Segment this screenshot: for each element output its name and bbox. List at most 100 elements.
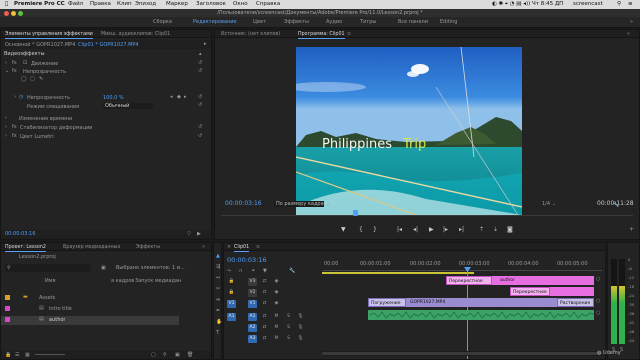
extract-icon[interactable]: ⇣	[493, 226, 498, 233]
menu-title[interactable]: Заголовок	[196, 1, 226, 7]
tab-project[interactable]: Проект: Lesson2	[5, 245, 46, 252]
rectangle-mask-icon[interactable]: ▢	[30, 77, 35, 82]
expand-arrow-icon[interactable]: ›	[5, 125, 7, 130]
project-search-input[interactable]: ⚲	[5, 264, 91, 272]
panel-menu-icon[interactable]: ≡	[347, 32, 351, 37]
tab-effect-controls[interactable]: Элементы управления эффектами	[5, 32, 93, 39]
clip-a1-audio[interactable]	[368, 310, 594, 320]
fit-select[interactable]: По размеру кадра	[274, 201, 324, 207]
microphone-icon[interactable]: 🎙	[296, 313, 305, 321]
expand-arrow-icon[interactable]: ›	[5, 134, 7, 139]
effect-lumetri-color[interactable]: Цвет Lumetri	[20, 134, 54, 140]
program-timecode[interactable]: 00:00:03:16	[225, 200, 262, 207]
fx-badge-icon[interactable]: fx	[12, 61, 17, 66]
program-playhead[interactable]	[352, 210, 358, 216]
transition-v3[interactable]: Перекрестное	[446, 276, 492, 285]
transition-cross-dissolve[interactable]: Растворение	[557, 298, 594, 307]
sync-lock-icon[interactable]: ⇄	[260, 335, 269, 343]
chevron-down-icon[interactable]: ⌄	[326, 201, 330, 207]
add-marker-icon[interactable]: ▼	[341, 226, 346, 233]
mute-icon[interactable]: M	[272, 335, 281, 343]
solo-icon[interactable]: S	[284, 324, 293, 332]
mute-icon[interactable]: M	[272, 324, 281, 332]
reset-icon[interactable]: ↺	[198, 69, 202, 74]
solo-icon[interactable]: S	[284, 335, 293, 343]
list-item[interactable]: ▬ Assets	[1, 294, 179, 303]
column-media-start[interactable]: Запуск медиадан	[135, 278, 181, 284]
menu-clip[interactable]: Клип	[117, 1, 132, 7]
source-patch-v1[interactable]: V1	[227, 300, 236, 308]
workspace-audio[interactable]: Аудио	[326, 19, 342, 25]
slip-tool-icon[interactable]: ⇹	[216, 298, 220, 303]
settings-wrench-icon[interactable]: 🔧	[613, 202, 619, 208]
play-icon[interactable]: ▶	[429, 226, 434, 233]
track-target-v3[interactable]: V3	[248, 278, 257, 286]
menu-marker[interactable]: Маркер	[166, 1, 188, 7]
timeline-timecode[interactable]: 00:00:03:16	[227, 256, 267, 264]
workspace-titles[interactable]: Титры	[360, 19, 376, 25]
mark-out-icon[interactable]: }	[373, 226, 377, 233]
expand-arrow-icon[interactable]: ›	[5, 116, 7, 121]
snap-icon[interactable]: ∩	[239, 268, 243, 274]
effect-motion[interactable]: Движение	[31, 61, 58, 67]
new-bin-footer-icon[interactable]: ▣	[175, 352, 180, 358]
microphone-icon[interactable]: 🎙	[296, 335, 305, 343]
linked-selection-icon[interactable]: ⚭	[251, 268, 255, 274]
effect-warp-stabilizer[interactable]: Стабилизатор деформации	[20, 125, 92, 131]
fx-badge-icon[interactable]: fx	[12, 125, 17, 130]
program-scrub-bar[interactable]	[221, 210, 633, 216]
razor-tool-icon[interactable]: ✂	[216, 287, 220, 292]
workspace-all-panels[interactable]: Все панели	[398, 19, 428, 25]
collapse-arrow-icon[interactable]: ⌄	[5, 69, 9, 74]
opacity-value[interactable]: 100,0 %	[103, 95, 124, 101]
zoom-slider[interactable]	[35, 354, 65, 355]
menu-sequence[interactable]: Эпизод	[135, 1, 156, 7]
filter-icon[interactable]: ▽	[187, 231, 191, 237]
tab-program-monitor[interactable]: Программа: Clip01	[298, 32, 345, 39]
column-name[interactable]: Имя	[45, 278, 56, 284]
resolution-select[interactable]: 1/4	[542, 201, 550, 207]
eye-icon[interactable]: ◉	[272, 289, 281, 297]
eye-icon[interactable]: ◉	[272, 300, 281, 308]
workspace-editing-ru[interactable]: Редактирование	[193, 19, 237, 25]
expand-arrow-icon[interactable]: ›	[14, 95, 16, 100]
tab-source-monitor[interactable]: Источник: (нет клипов)	[221, 32, 280, 37]
export-frame-icon[interactable]: ◙	[507, 226, 513, 233]
workspace-color[interactable]: Цвет	[253, 19, 266, 25]
track-lock-icon[interactable]: 🔒	[227, 278, 236, 286]
track-target-a1[interactable]: A1	[248, 313, 257, 321]
program-video-frame[interactable]: Philippines Trip	[296, 47, 522, 215]
effect-time-remapping[interactable]: Изменение времени	[19, 116, 72, 122]
reset-icon[interactable]: ↺	[198, 125, 202, 130]
sequence-clip-label[interactable]: Clip01 * GOPR1027.MP4	[78, 42, 139, 48]
timeline-horizontal-scrollbar[interactable]	[322, 351, 602, 356]
reset-icon[interactable]: ↺	[198, 103, 202, 108]
selection-tool-icon[interactable]: ▲	[216, 254, 220, 259]
menu-list-icon[interactable]: ≡	[628, 1, 633, 7]
track-target-a2[interactable]: A2	[248, 324, 257, 332]
next-keyframe-icon[interactable]: ▸	[184, 95, 187, 100]
effect-opacity[interactable]: Непрозрачность	[23, 69, 66, 75]
tab-audio-clip-mixer[interactable]: Микш. аудиоклипов: Clip01	[101, 32, 170, 37]
go-to-in-icon[interactable]: |◂	[397, 226, 402, 233]
sync-lock-icon[interactable]: ⇄	[260, 300, 269, 308]
minimize-window-button[interactable]	[11, 10, 16, 16]
reset-icon[interactable]: ↺	[198, 95, 202, 100]
fx-badge-icon[interactable]: fx	[12, 134, 17, 139]
work-area-bar[interactable]	[322, 272, 474, 274]
chevron-right-icon[interactable]: ▸	[204, 41, 207, 47]
close-window-button[interactable]	[4, 10, 9, 16]
menu-window[interactable]: Окно	[233, 1, 248, 7]
new-item-icon[interactable]: ▢	[151, 352, 156, 358]
tab-media-browser[interactable]: Браузер медиаданных	[63, 245, 120, 250]
zoom-window-button[interactable]	[18, 10, 23, 16]
mark-in-icon[interactable]: {	[359, 226, 363, 233]
find-icon[interactable]: ⚲	[163, 352, 167, 358]
reset-icon[interactable]: ↺	[198, 61, 202, 66]
microphone-icon[interactable]: 🎙	[296, 324, 305, 332]
scrollbar-thumb[interactable]	[322, 352, 602, 355]
time-ruler[interactable]: 00:00 00:00:01:00 00:00:02:00 00:00:03:0…	[322, 261, 602, 271]
menu-help[interactable]: Справка	[256, 1, 280, 7]
sync-lock-icon[interactable]: ⇄	[260, 289, 269, 297]
pen-mask-icon[interactable]: ✎	[39, 77, 43, 82]
